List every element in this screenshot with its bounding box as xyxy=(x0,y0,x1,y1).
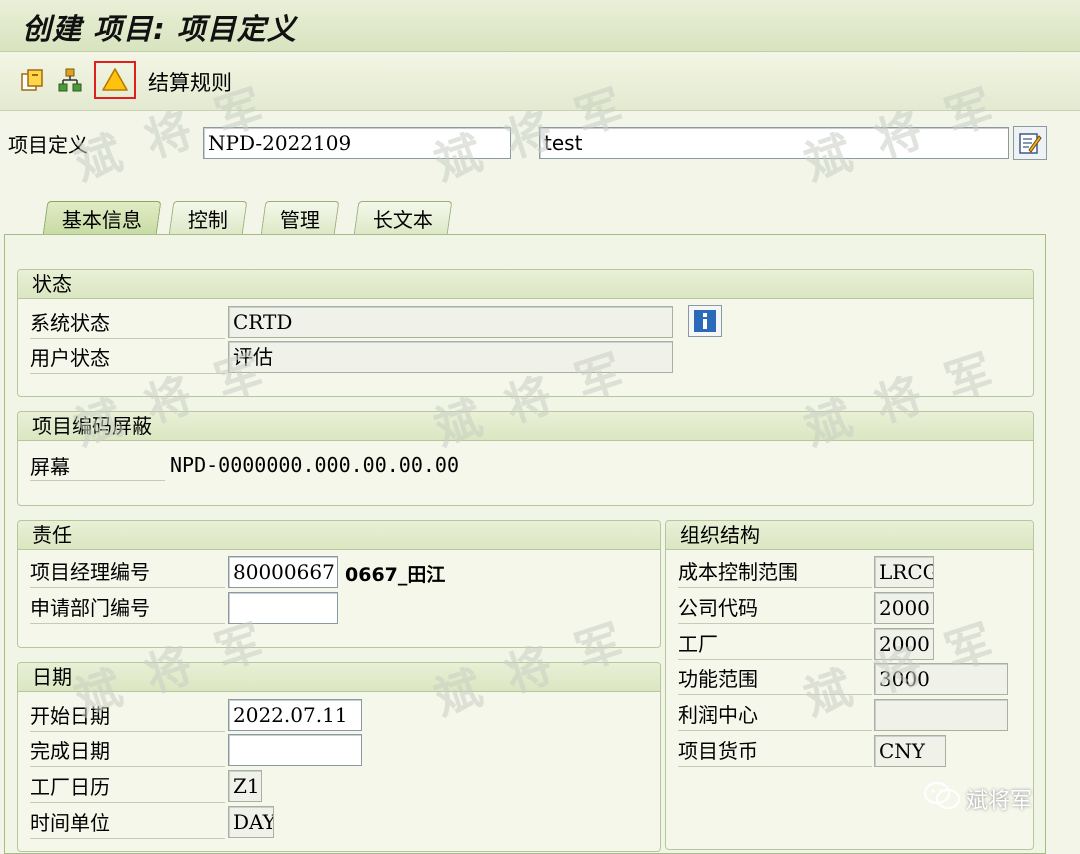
window-title: 创建 项目: 项目定义 xyxy=(22,12,297,46)
hierarchy-icon[interactable] xyxy=(56,66,84,94)
factory-calendar-field[interactable]: Z1 xyxy=(228,770,262,802)
watermark-badge: 斌将军 xyxy=(966,789,1033,814)
time-unit-field[interactable]: DAY xyxy=(228,806,274,838)
system-status-field: CRTD xyxy=(228,306,673,338)
org-value-profit-center[interactable] xyxy=(874,699,1008,731)
time-unit-label: 时间单位 xyxy=(30,807,225,839)
warning-icon[interactable] xyxy=(101,66,129,94)
org-label-company-code: 公司代码 xyxy=(678,592,872,624)
screen-value: NPD-0000000.000.00.00.00 xyxy=(170,453,459,477)
project-definition-label: 项目定义 xyxy=(8,133,88,157)
mask-group-title: 项目编码屏蔽 xyxy=(18,412,1033,441)
project-manager-label: 项目经理编号 xyxy=(30,556,225,588)
status-group-title: 状态 xyxy=(18,270,1033,299)
settlement-rule-button[interactable]: 结算规则 xyxy=(148,67,232,97)
tab-basic-info[interactable]: 基本信息 xyxy=(42,201,162,235)
org-label-functional-area: 功能范围 xyxy=(678,663,872,695)
edit-text-icon[interactable] xyxy=(1013,126,1047,160)
system-status-label: 系统状态 xyxy=(30,307,225,339)
dates-group-title: 日期 xyxy=(18,663,660,692)
tab-management[interactable]: 管理 xyxy=(260,201,340,235)
factory-calendar-label: 工厂日历 xyxy=(30,771,225,803)
responsibility-group-title: 责任 xyxy=(18,521,660,550)
start-date-label: 开始日期 xyxy=(30,700,225,732)
finish-date-field[interactable] xyxy=(228,734,362,766)
org-label-plant: 工厂 xyxy=(678,628,872,660)
project-manager-name: 0667_田江 xyxy=(345,564,446,586)
tab-control[interactable]: 控制 xyxy=(168,201,248,235)
screen-label: 屏幕 xyxy=(30,451,165,481)
org-value-plant[interactable]: 2000 xyxy=(874,628,934,660)
wechat-icon xyxy=(922,780,962,812)
applying-dept-field[interactable] xyxy=(228,592,338,624)
project-manager-field[interactable]: 80000667 xyxy=(228,556,338,588)
user-status-field: 评估 xyxy=(228,341,673,373)
org-structure-group-title: 组织结构 xyxy=(666,521,1033,550)
org-label-profit-center: 利润中心 xyxy=(678,699,872,731)
finish-date-label: 完成日期 xyxy=(30,735,225,767)
create-icon[interactable] xyxy=(18,66,46,94)
project-id-field[interactable]: NPD-2022109 xyxy=(203,127,511,159)
org-label-project-currency: 项目货币 xyxy=(678,735,872,767)
info-button[interactable] xyxy=(688,305,722,337)
user-status-label: 用户状态 xyxy=(30,342,225,374)
tab-long-text[interactable]: 长文本 xyxy=(353,201,453,235)
org-value-functional-area[interactable]: 3000 xyxy=(874,663,1008,695)
org-value-company-code[interactable]: 2000 xyxy=(874,592,934,624)
org-label-cost-control: 成本控制范围 xyxy=(678,556,872,588)
org-value-cost-control[interactable]: LRCG xyxy=(874,556,934,588)
project-description-field[interactable]: test xyxy=(539,127,1009,159)
start-date-field[interactable]: 2022.07.11 xyxy=(228,699,362,731)
applying-dept-label: 申请部门编号 xyxy=(30,592,225,624)
org-value-project-currency[interactable]: CNY xyxy=(874,735,946,767)
